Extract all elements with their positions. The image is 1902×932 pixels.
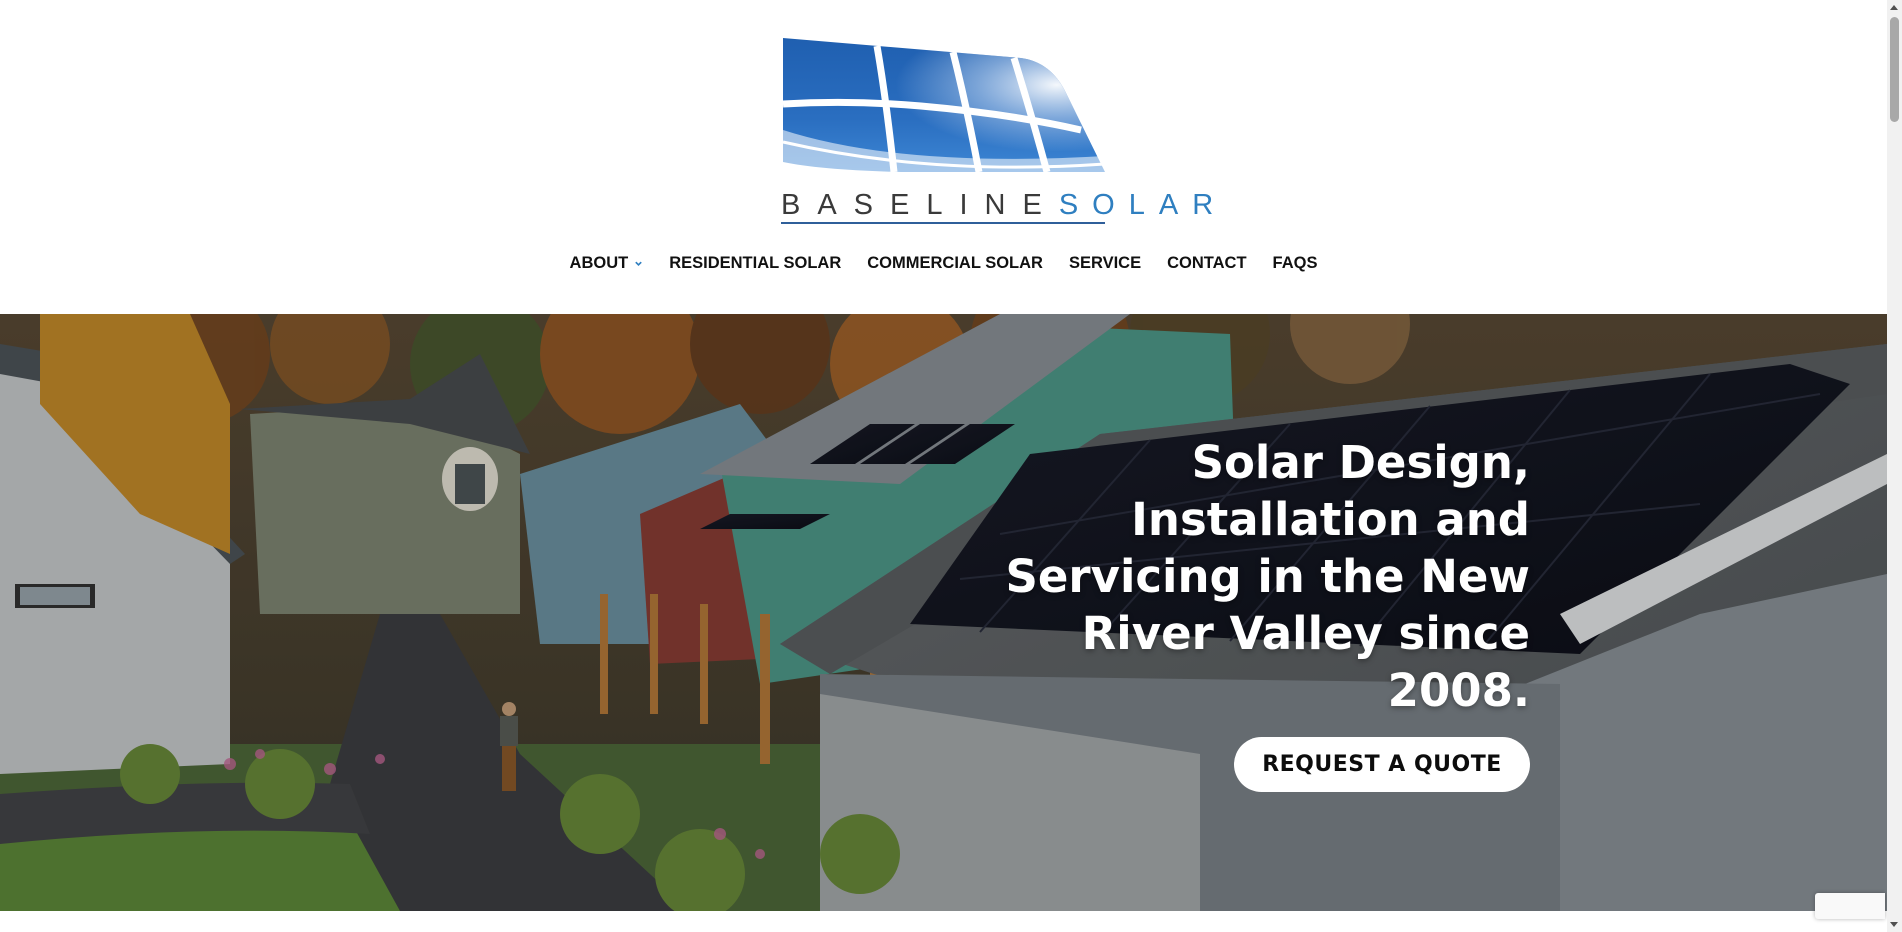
request-quote-button[interactable]: REQUEST A QUOTE: [1234, 737, 1530, 792]
page: BASELINE SOLAR ABOUT RESIDENTIAL SOLAR C…: [0, 0, 1902, 932]
scroll-down-arrow-icon[interactable]: [1890, 922, 1898, 927]
nav-item-commercial-solar[interactable]: COMMERCIAL SOLAR: [867, 254, 1043, 273]
site-logo[interactable]: BASELINE SOLAR: [781, 38, 1213, 224]
scroll-up-arrow-icon[interactable]: [1890, 5, 1898, 10]
below-hero-area: [0, 911, 1887, 932]
logo-underline: [781, 222, 1105, 224]
logo-wordmark: BASELINE SOLAR: [781, 189, 1213, 221]
logo-wordmark-solar: SOLAR: [1058, 189, 1228, 221]
site-header: BASELINE SOLAR ABOUT RESIDENTIAL SOLAR C…: [0, 0, 1887, 314]
chevron-down-icon: [635, 261, 642, 266]
recaptcha-badge-icon[interactable]: [1815, 893, 1885, 919]
hero-content: Solar Design, Installation and Servicing…: [970, 434, 1530, 719]
nav-item-faqs[interactable]: FAQS: [1273, 254, 1318, 273]
nav-item-about[interactable]: ABOUT: [570, 254, 644, 273]
scrollbar-thumb[interactable]: [1890, 17, 1899, 122]
hero-heading: Solar Design, Installation and Servicing…: [1005, 436, 1530, 717]
nav-item-contact[interactable]: CONTACT: [1167, 254, 1246, 273]
main-nav: ABOUT RESIDENTIAL SOLAR COMMERCIAL SOLAR…: [0, 246, 1887, 280]
hero-section: Solar Design, Installation and Servicing…: [0, 314, 1887, 911]
solar-panel-logo-icon: [782, 38, 1105, 173]
nav-item-residential-solar[interactable]: RESIDENTIAL SOLAR: [669, 254, 841, 273]
hero-overlay: [0, 314, 1887, 911]
logo-wordmark-baseline: BASELINE: [781, 189, 1059, 221]
nav-item-label: ABOUT: [569, 253, 629, 272]
nav-item-service[interactable]: SERVICE: [1069, 254, 1141, 273]
vertical-scrollbar[interactable]: [1887, 0, 1902, 932]
